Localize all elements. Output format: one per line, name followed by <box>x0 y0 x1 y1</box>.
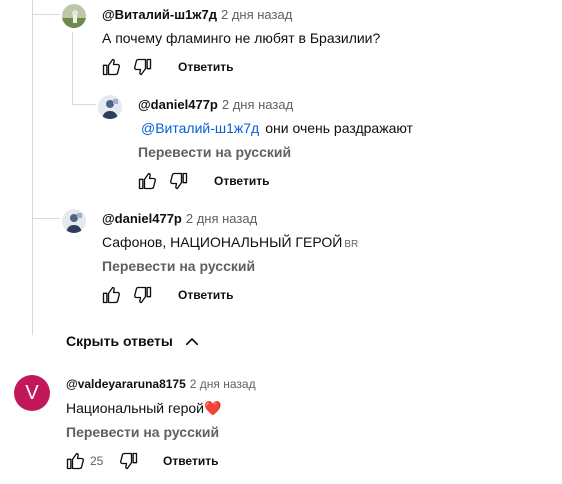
timestamp[interactable]: 2 дня назад <box>222 97 293 112</box>
thumb-up-icon <box>138 172 156 190</box>
comment-text: Национальный герой❤️ <box>66 400 221 417</box>
author-handle[interactable]: @daniel477p <box>138 97 218 112</box>
author-handle[interactable]: @Виталий-ш1ж7д <box>102 7 217 22</box>
hide-replies-button[interactable]: Скрыть ответы <box>66 333 201 351</box>
like-count: 25 <box>90 454 104 468</box>
comment-text: Сафонов, НАЦИОНАЛЬНЫЙ ГЕРОЙ BR <box>102 234 358 250</box>
like-button[interactable] <box>101 285 121 305</box>
author-handle[interactable]: @daniel477p <box>102 211 182 226</box>
like-button[interactable] <box>137 171 157 191</box>
like-button[interactable] <box>101 57 121 77</box>
flag-suffix: BR <box>344 239 359 250</box>
thumb-down-icon <box>134 286 152 304</box>
reply-button[interactable]: Ответить <box>214 174 269 188</box>
translate-button[interactable]: Перевести на русский <box>66 424 219 440</box>
timestamp[interactable]: 2 дня назад <box>190 377 256 391</box>
avatar[interactable] <box>62 4 86 28</box>
comment-body: Сафонов, НАЦИОНАЛЬНЫЙ ГЕРОЙ <box>102 234 343 250</box>
comment-body: Национальный герой <box>66 400 204 416</box>
comment-author[interactable]: @valdeyararuna8175 2 дня назад <box>66 377 256 391</box>
thread-connector <box>32 14 60 15</box>
dislike-button[interactable] <box>133 57 153 77</box>
avatar[interactable]: V <box>14 375 50 411</box>
heart-emoji: ❤️ <box>203 400 222 416</box>
translate-button[interactable]: Перевести на русский <box>138 144 291 160</box>
thumb-up-icon <box>102 286 121 304</box>
translate-button[interactable]: Перевести на русский <box>102 258 255 274</box>
mention-link[interactable]: @Виталий-ш1ж7д <box>141 120 259 136</box>
reply-button[interactable]: Ответить <box>178 60 233 74</box>
avatar[interactable] <box>62 209 86 233</box>
thumb-up-icon <box>102 58 121 76</box>
dislike-button[interactable] <box>119 451 139 471</box>
thumb-up-icon <box>66 452 85 470</box>
dislike-button[interactable] <box>169 171 189 191</box>
avatar-letter: V <box>25 381 39 404</box>
comment-author[interactable]: @Виталий-ш1ж7д 2 дня назад <box>102 7 292 22</box>
chevron-up-icon <box>185 338 198 346</box>
reply-button[interactable]: Ответить <box>163 454 218 468</box>
thumb-down-icon <box>170 172 188 190</box>
reply-button[interactable]: Ответить <box>178 288 233 302</box>
thumb-down-icon <box>134 58 152 76</box>
hide-replies-label: Скрыть ответы <box>66 333 173 349</box>
like-button[interactable] <box>65 451 85 471</box>
comment-body: они очень раздражают <box>265 120 413 136</box>
comment-text: @Виталий-ш1ж7д они очень раздражают <box>141 120 413 136</box>
thumb-down-icon <box>120 452 138 470</box>
thread-connector <box>32 218 60 219</box>
timestamp[interactable]: 2 дня назад <box>186 211 257 226</box>
thread-connector-nested <box>72 104 96 105</box>
author-handle[interactable]: @valdeyararuna8175 <box>66 377 186 391</box>
dislike-button[interactable] <box>133 285 153 305</box>
comment-author[interactable]: @daniel477p 2 дня назад <box>102 211 257 226</box>
comment-author[interactable]: @daniel477p 2 дня назад <box>138 97 293 112</box>
thread-line <box>32 0 33 335</box>
comment-text: А почему фламинго не любят в Бразилии? <box>102 30 381 46</box>
avatar[interactable] <box>98 95 122 119</box>
thread-line-nested <box>72 32 73 104</box>
timestamp[interactable]: 2 дня назад <box>221 7 292 22</box>
